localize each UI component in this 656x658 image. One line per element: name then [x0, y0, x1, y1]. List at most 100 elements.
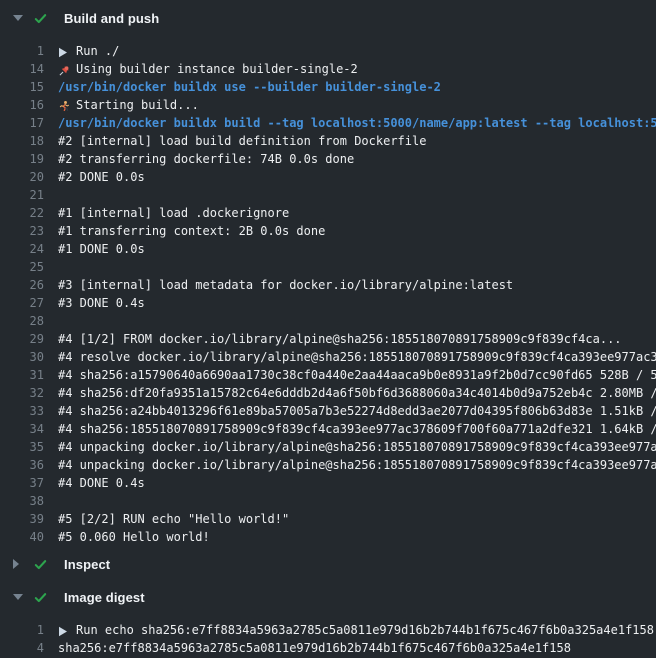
section-header[interactable]: Image digest	[0, 586, 656, 608]
line-text: #4 sha256:a24bb4013296f61e89ba57005a7b3e…	[58, 404, 656, 418]
line-number[interactable]: 4	[0, 639, 44, 657]
log-line: 34 #4 sha256:185518070891758909c9f839cf4…	[0, 420, 656, 438]
success-check-icon	[33, 557, 48, 572]
line-number[interactable]: 34	[0, 420, 44, 438]
line-number[interactable]: 17	[0, 114, 44, 132]
line-text: #3 [internal] load metadata for docker.i…	[58, 278, 513, 292]
log-line: 23 #1 transferring context: 2B 0.0s done	[0, 222, 656, 240]
triangle-down-icon[interactable]	[13, 15, 24, 21]
triangle-down-icon[interactable]	[13, 594, 24, 600]
line-text: /usr/bin/docker buildx use --builder bui…	[58, 80, 441, 94]
line-text-container: #2 [internal] load build definition from…	[58, 132, 426, 150]
line-text-container: /usr/bin/docker buildx build --tag local…	[58, 114, 656, 132]
line-number[interactable]: 29	[0, 330, 44, 348]
section-title: Inspect	[64, 557, 110, 572]
line-text: #2 DONE 0.0s	[58, 170, 145, 184]
line-text-container: #4 [1/2] FROM docker.io/library/alpine@s…	[58, 330, 622, 348]
line-number[interactable]: 27	[0, 294, 44, 312]
section-header[interactable]: Build and push	[0, 7, 656, 29]
play-triangle-icon[interactable]	[58, 43, 70, 60]
log-line: 28	[0, 312, 656, 330]
line-number[interactable]: 35	[0, 438, 44, 456]
log-line: 31 #4 sha256:a15790640a6690aa1730c38cf0a…	[0, 366, 656, 384]
log-section-inspect: Inspect	[0, 553, 656, 575]
line-number[interactable]: 23	[0, 222, 44, 240]
line-number[interactable]: 31	[0, 366, 44, 384]
section-log-lines: 1 Run ./ 14 Using builder instance build…	[0, 42, 656, 546]
line-number[interactable]: 33	[0, 402, 44, 420]
line-text: #2 transferring dockerfile: 74B 0.0s don…	[58, 152, 354, 166]
line-number[interactable]: 1	[0, 621, 44, 639]
line-number[interactable]: 19	[0, 150, 44, 168]
log-line: 29 #4 [1/2] FROM docker.io/library/alpin…	[0, 330, 656, 348]
log-line: 18 #2 [internal] load build definition f…	[0, 132, 656, 150]
line-text-container: #5 0.060 Hello world!	[58, 528, 210, 546]
play-triangle-icon[interactable]	[58, 622, 70, 639]
triangle-right-icon[interactable]	[13, 559, 24, 569]
line-number[interactable]: 21	[0, 186, 44, 204]
line-number[interactable]: 37	[0, 474, 44, 492]
line-text-container: sha256:e7ff8834a5963a2785c5a0811e979d16b…	[58, 639, 571, 657]
line-text-container: #5 [2/2] RUN echo "Hello world!"	[58, 510, 289, 528]
log-line: 33 #4 sha256:a24bb4013296f61e89ba57005a7…	[0, 402, 656, 420]
log-line: 17 /usr/bin/docker buildx build --tag lo…	[0, 114, 656, 132]
log-line: 25	[0, 258, 656, 276]
section-header[interactable]: Inspect	[0, 553, 656, 575]
line-text: #4 sha256:185518070891758909c9f839cf4ca3…	[58, 422, 656, 436]
log-line: 20 #2 DONE 0.0s	[0, 168, 656, 186]
success-check-icon	[33, 11, 48, 26]
log-line: 22 #1 [internal] load .dockerignore	[0, 204, 656, 222]
log-line: 39 #5 [2/2] RUN echo "Hello world!"	[0, 510, 656, 528]
line-number[interactable]: 20	[0, 168, 44, 186]
line-number[interactable]: 22	[0, 204, 44, 222]
line-number[interactable]: 15	[0, 78, 44, 96]
line-number[interactable]: 24	[0, 240, 44, 258]
line-number[interactable]: 26	[0, 276, 44, 294]
line-number[interactable]: 40	[0, 528, 44, 546]
line-text-container: #1 DONE 0.0s	[58, 240, 145, 258]
log-section-build-and-push: Build and push 1 Run ./ 14 Using builder…	[0, 7, 656, 546]
section-log-lines: 1 Run echo sha256:e7ff8834a5963a2785c5a0…	[0, 621, 656, 657]
log-line: 24 #1 DONE 0.0s	[0, 240, 656, 258]
line-text-container: Run echo sha256:e7ff8834a5963a2785c5a081…	[58, 621, 654, 639]
runner-emoji-icon	[58, 97, 70, 114]
line-text-container: #4 unpacking docker.io/library/alpine@sh…	[58, 438, 656, 456]
line-text: #5 0.060 Hello world!	[58, 530, 210, 544]
line-number[interactable]: 36	[0, 456, 44, 474]
log-line: 27 #3 DONE 0.4s	[0, 294, 656, 312]
line-number[interactable]: 16	[0, 96, 44, 114]
line-number[interactable]: 38	[0, 492, 44, 510]
line-text: #2 [internal] load build definition from…	[58, 134, 426, 148]
line-text-container: #4 sha256:df20fa9351a15782c64e6dddb2d4a6…	[58, 384, 656, 402]
line-text-container: Starting build...	[58, 96, 199, 114]
line-text-container: Using builder instance builder-single-2	[58, 60, 358, 78]
line-text: #1 DONE 0.0s	[58, 242, 145, 256]
log-line: 1 Run ./	[0, 42, 656, 60]
line-text: /usr/bin/docker buildx build --tag local…	[58, 116, 656, 130]
log-line: 16 Starting build...	[0, 96, 656, 114]
line-text-container: #4 resolve docker.io/library/alpine@sha2…	[58, 348, 656, 366]
line-number[interactable]: 28	[0, 312, 44, 330]
line-number[interactable]: 14	[0, 60, 44, 78]
log-line: 21	[0, 186, 656, 204]
line-text: #4 unpacking docker.io/library/alpine@sh…	[58, 440, 656, 454]
section-title: Build and push	[64, 11, 159, 26]
line-number[interactable]: 25	[0, 258, 44, 276]
log-line: 36 #4 unpacking docker.io/library/alpine…	[0, 456, 656, 474]
line-text-container: #1 [internal] load .dockerignore	[58, 204, 289, 222]
line-text: Run ./	[76, 44, 119, 58]
workflow-log-console: Build and push 1 Run ./ 14 Using builder…	[0, 0, 656, 657]
log-line: 40 #5 0.060 Hello world!	[0, 528, 656, 546]
line-number[interactable]: 30	[0, 348, 44, 366]
log-line: 37 #4 DONE 0.4s	[0, 474, 656, 492]
line-number[interactable]: 1	[0, 42, 44, 60]
line-number[interactable]: 18	[0, 132, 44, 150]
line-text: #5 [2/2] RUN echo "Hello world!"	[58, 512, 289, 526]
line-text-container: #1 transferring context: 2B 0.0s done	[58, 222, 325, 240]
line-text-container: #4 sha256:a15790640a6690aa1730c38cf0a440…	[58, 366, 656, 384]
log-line: 19 #2 transferring dockerfile: 74B 0.0s …	[0, 150, 656, 168]
line-text: #4 sha256:a15790640a6690aa1730c38cf0a440…	[58, 368, 656, 382]
line-number[interactable]: 39	[0, 510, 44, 528]
line-text: #4 unpacking docker.io/library/alpine@sh…	[58, 458, 656, 472]
line-number[interactable]: 32	[0, 384, 44, 402]
